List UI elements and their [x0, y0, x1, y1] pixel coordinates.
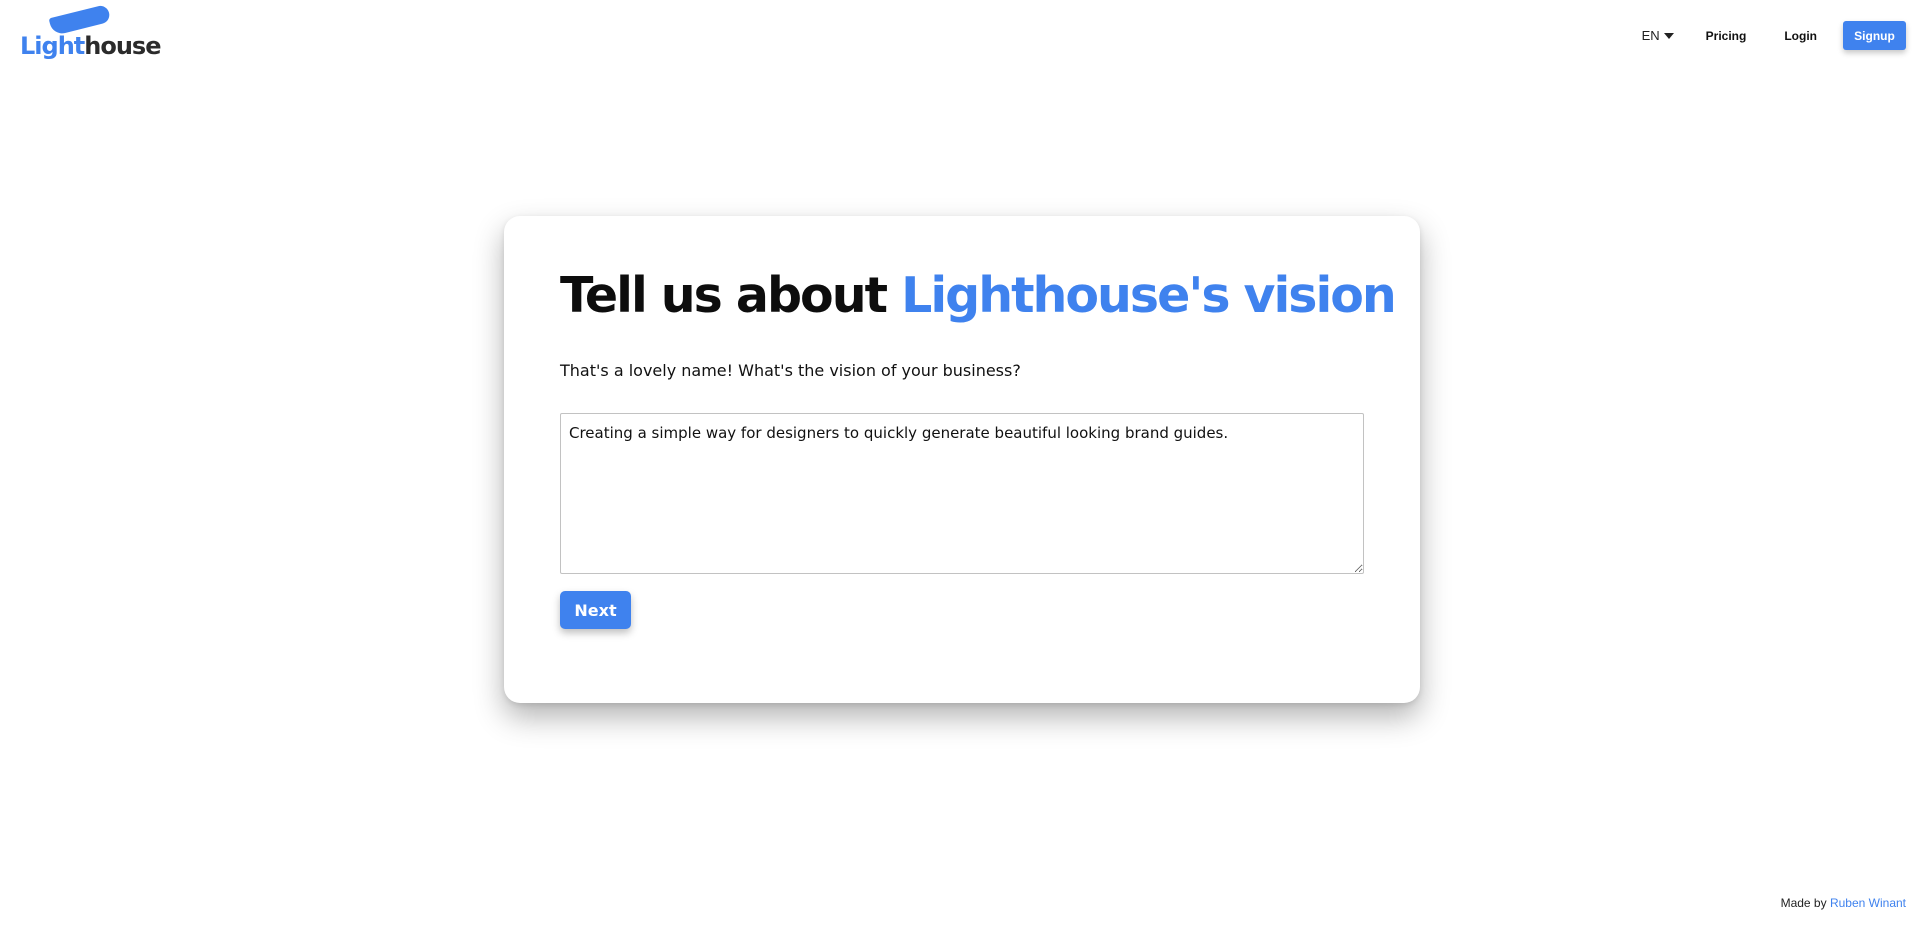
page-title: Tell us about Lighthouse's vision — [560, 267, 1397, 324]
language-label: EN — [1641, 28, 1660, 43]
vision-input[interactable]: Creating a simple way for designers to q… — [560, 413, 1364, 574]
pricing-link[interactable]: Pricing — [1706, 29, 1747, 43]
made-by-label: Made by — [1780, 896, 1827, 910]
title-prefix: Tell us about — [560, 267, 888, 324]
lighthouse-logo[interactable]: Lighthouse — [20, 4, 162, 58]
login-link[interactable]: Login — [1784, 29, 1817, 43]
logo-text-light: Light — [20, 32, 85, 60]
logo-wordmark: Lighthouse — [20, 32, 162, 60]
caret-down-icon — [1663, 32, 1674, 39]
logo-text-house: house — [84, 32, 161, 60]
signup-button[interactable]: Signup — [1843, 21, 1906, 50]
top-nav: EN Pricing Login Signup — [1642, 21, 1906, 50]
footer-credit: Made by Ruben Winant — [1781, 896, 1906, 910]
title-accent: Lighthouse's vision — [901, 267, 1397, 324]
next-button[interactable]: Next — [560, 591, 631, 629]
vision-card: Tell us about Lighthouse's vision That's… — [504, 216, 1420, 703]
vision-prompt: That's a lovely name! What's the vision … — [560, 361, 1021, 380]
author-link[interactable]: Ruben Winant — [1830, 896, 1906, 910]
language-selector[interactable]: EN — [1642, 28, 1674, 43]
